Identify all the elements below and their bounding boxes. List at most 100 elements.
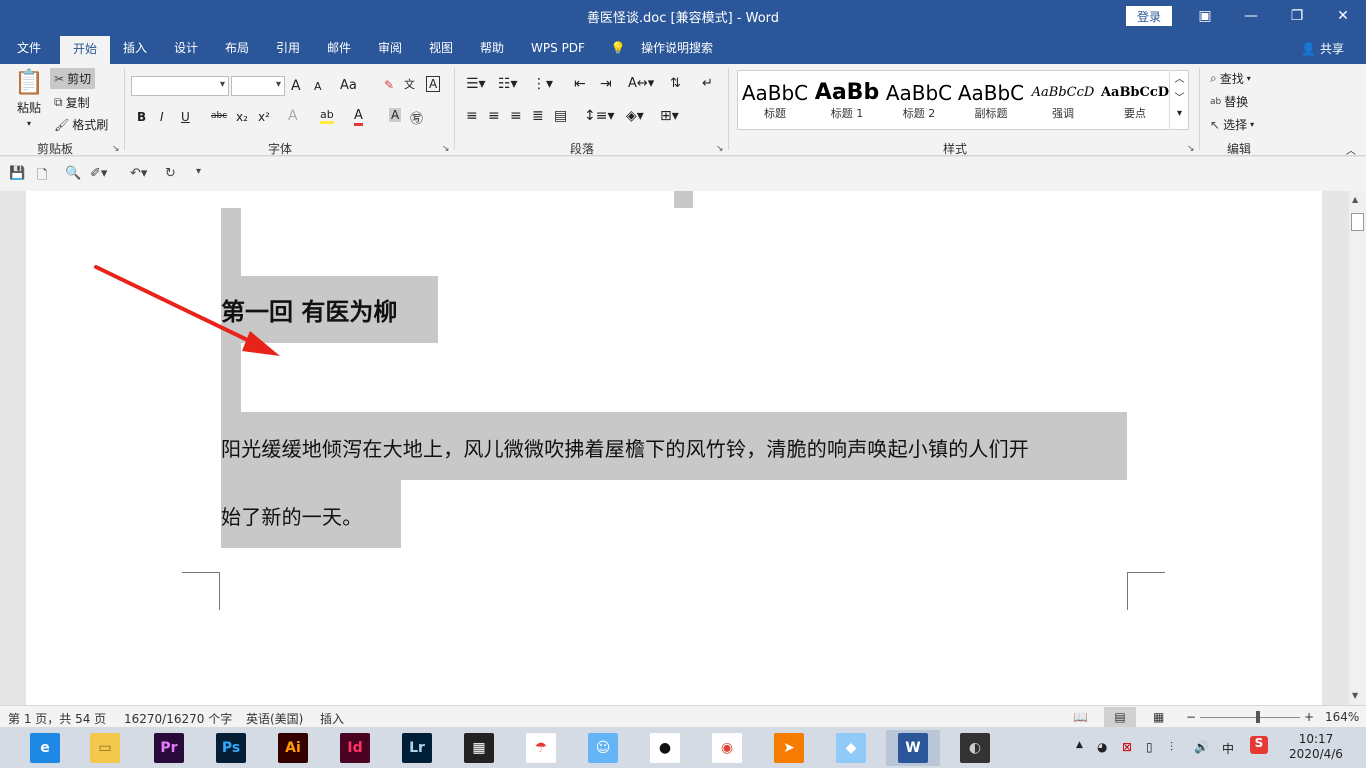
taskbar-app-orange-app[interactable]: ➤ [762, 730, 816, 766]
taskbar-app-qq[interactable]: ● [638, 730, 692, 766]
paste-button[interactable]: 📋 粘贴 ▾ [12, 68, 46, 128]
taskbar-app-umbrella-app[interactable]: ☂ [514, 730, 568, 766]
style-strong[interactable]: AaBbCcD 要点 [1100, 71, 1170, 129]
clear-formatting-icon[interactable]: ✎ [384, 78, 394, 92]
battery-icon[interactable]: ▯ [1146, 740, 1153, 754]
redo-icon[interactable]: ↻ [165, 166, 176, 181]
distributed-icon[interactable]: ▤ [554, 108, 567, 124]
zoom-in-button[interactable]: + [1304, 710, 1314, 724]
taskbar-app-illustrator[interactable]: Ai [266, 730, 320, 766]
find-button[interactable]: ⌕ 查找 ▾ [1210, 70, 1251, 87]
replace-button[interactable]: ab 替换 [1210, 93, 1248, 110]
borders-icon[interactable]: ⊞▾ [660, 108, 679, 124]
style-title[interactable]: AaBbC 标题 [740, 71, 810, 129]
new-document-icon[interactable]: 🗋 [37, 166, 47, 188]
cut-button[interactable]: ✂ 剪切 [50, 68, 96, 89]
phonetic-guide-icon[interactable]: 文 [404, 76, 415, 92]
style-subtitle[interactable]: AaBbC 副标题 [956, 71, 1026, 129]
bold-button[interactable]: B [137, 110, 146, 124]
more-styles-icon[interactable]: ▾ [1170, 108, 1189, 119]
tab-references[interactable]: 引用 [265, 32, 311, 64]
taskbar-app-file-explorer[interactable]: ▭ [78, 730, 132, 766]
page-count[interactable]: 第 1 页，共 54 页 [8, 710, 106, 727]
undo-icon[interactable]: ↶▾ [130, 166, 147, 181]
wifi-icon[interactable]: ⫶ [1170, 740, 1173, 755]
multilevel-list-icon[interactable]: ⋮▾ [532, 76, 553, 92]
paragraph-launcher-icon[interactable]: ↘ [716, 144, 724, 154]
justify-icon[interactable]: ≣ [532, 108, 544, 124]
font-size-select[interactable]: ▾ [231, 76, 285, 96]
restore-button[interactable]: ❐ [1274, 0, 1320, 32]
tab-review[interactable]: 审阅 [367, 32, 413, 64]
paragraph-line[interactable]: 始了新的一天。 [221, 501, 362, 530]
format-painter-button[interactable]: 🖌 格式刷 [54, 116, 108, 133]
taskbar-app-photoshop[interactable]: Ps [204, 730, 258, 766]
change-case-button[interactable]: Aa [340, 78, 357, 93]
draw-icon[interactable]: ✐▾ [90, 166, 107, 181]
tray-overflow-icon[interactable]: ▲ [1076, 740, 1083, 750]
taskbar-app-chrome[interactable]: ◉ [700, 730, 754, 766]
tell-me-search[interactable]: 操作说明搜索 [632, 32, 722, 64]
style-heading-1[interactable]: AaBb 标题 1 [812, 71, 882, 129]
shading-icon[interactable]: ◈▾ [626, 108, 644, 124]
tab-mailings[interactable]: 邮件 [316, 32, 362, 64]
read-mode-icon[interactable]: 📖 [1073, 710, 1088, 724]
style-emphasis[interactable]: AaBbCcD 强调 [1028, 71, 1098, 129]
zoom-out-button[interactable]: − [1186, 710, 1196, 724]
ime-indicator[interactable]: 中 [1222, 740, 1234, 757]
vertical-scrollbar[interactable]: ▲ ▼ [1349, 191, 1366, 705]
copy-button[interactable]: ⧉ 复制 [54, 94, 90, 111]
tab-view[interactable]: 视图 [418, 32, 464, 64]
chevron-down-icon[interactable]: ﹀ [1170, 89, 1189, 104]
print-preview-icon[interactable]: 🔍 [65, 166, 81, 181]
scroll-down-icon[interactable]: ▼ [1352, 691, 1358, 700]
word-count[interactable]: 16270/16270 个字 [124, 710, 232, 727]
login-button[interactable]: 登录 [1126, 6, 1172, 26]
increase-indent-icon[interactable]: ⇥ [600, 76, 612, 92]
close-button[interactable]: ✕ [1320, 0, 1366, 32]
sort-icon[interactable]: ⇅ [670, 76, 681, 91]
scroll-up-icon[interactable]: ▲ [1352, 195, 1358, 204]
tab-design[interactable]: 设计 [163, 32, 209, 64]
tab-wps-pdf[interactable]: WPS PDF [522, 32, 594, 64]
shrink-font-button[interactable]: A [314, 80, 322, 93]
zoom-slider-thumb[interactable] [1256, 711, 1260, 723]
web-layout-icon[interactable]: ▦ [1153, 710, 1164, 724]
scroll-thumb[interactable] [1351, 213, 1364, 231]
zoom-level[interactable]: 164% [1325, 710, 1359, 724]
text-effects-icon[interactable]: A [288, 108, 298, 124]
tab-file[interactable]: 文件 [4, 32, 54, 64]
taskbar-app-indesign[interactable]: Id [328, 730, 382, 766]
highlight-icon[interactable]: ab [320, 108, 334, 124]
bullets-icon[interactable]: ☰▾ [466, 76, 486, 92]
language-indicator[interactable]: 英语(美国) [246, 710, 303, 727]
font-color-icon[interactable]: A [354, 108, 363, 126]
clock[interactable]: 10:17 2020/4/6 [1288, 732, 1344, 762]
style-heading-2[interactable]: AaBbC 标题 2 [884, 71, 954, 129]
show-marks-icon[interactable]: ↵ [702, 76, 713, 91]
volume-icon[interactable]: 🔊 [1194, 740, 1209, 754]
subscript-button[interactable]: x₂ [236, 110, 248, 124]
enclose-characters-icon[interactable]: ㊢ [410, 108, 423, 127]
underline-button[interactable]: U [181, 110, 190, 124]
zoom-slider[interactable] [1200, 717, 1300, 718]
superscript-button[interactable]: x² [258, 110, 270, 124]
styles-launcher-icon[interactable]: ↘ [1187, 144, 1195, 154]
chinese-layout-icon[interactable]: A↔▾ [628, 76, 654, 91]
taskbar-app-media-app[interactable]: ◐ [948, 730, 1002, 766]
taskbar-app-word[interactable]: W [886, 730, 940, 766]
numbering-icon[interactable]: ☷▾ [498, 76, 518, 92]
tab-home[interactable]: 开始 [60, 36, 110, 64]
character-border-icon[interactable]: A [426, 76, 441, 92]
chevron-up-icon[interactable]: ︿ [1170, 70, 1189, 85]
qq-tray-icon[interactable]: ◕ [1097, 740, 1107, 754]
taskbar-app-cat-app[interactable]: ☺ [576, 730, 630, 766]
align-left-icon[interactable]: ≡ [466, 108, 478, 124]
save-icon[interactable]: 💾 [9, 166, 25, 181]
print-layout-icon[interactable]: ▤ [1104, 707, 1136, 727]
network-warning-icon[interactable]: ⊠ [1122, 740, 1132, 754]
paragraph-line[interactable]: 阳光缓缓地倾泻在大地上，风儿微微吹拂着屋檐下的风竹铃，清脆的响声唤起小镇的人们开 [221, 433, 1029, 462]
italic-button[interactable]: I [160, 110, 164, 124]
align-right-icon[interactable]: ≡ [510, 108, 522, 124]
decrease-indent-icon[interactable]: ⇤ [574, 76, 586, 92]
